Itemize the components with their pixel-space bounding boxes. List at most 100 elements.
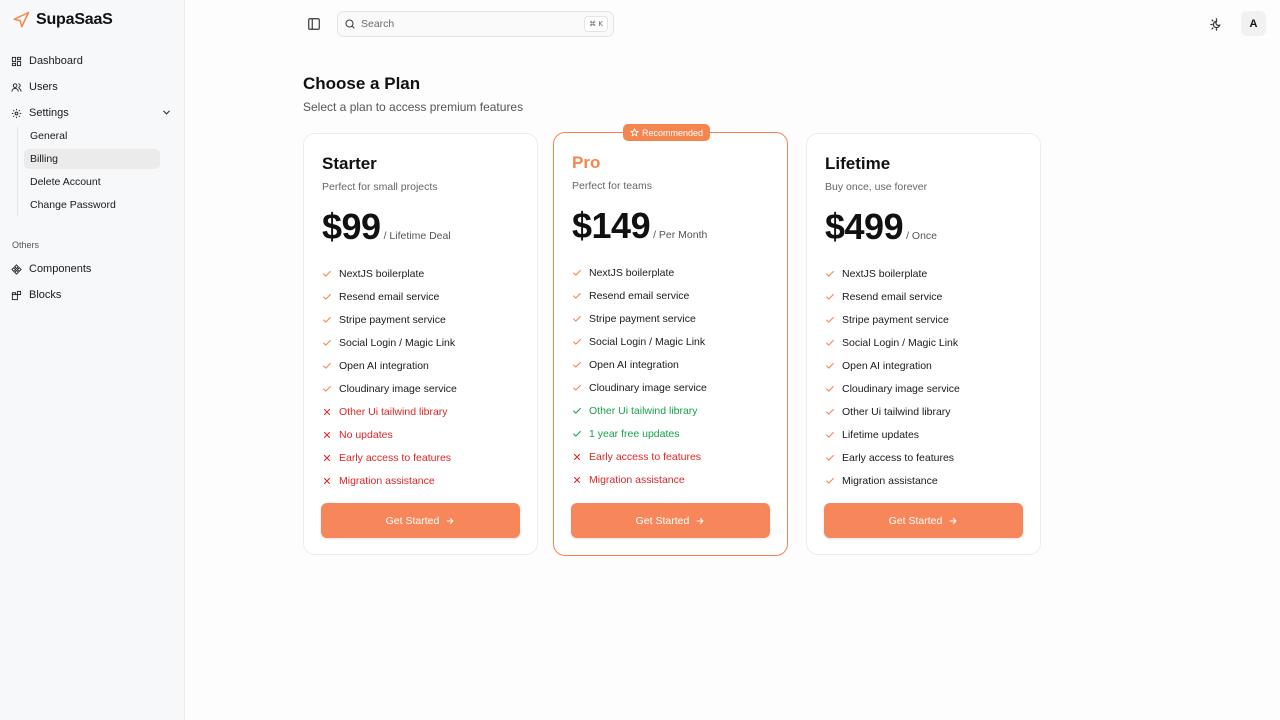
blocks-icon — [11, 290, 22, 300]
theme-icon — [1209, 17, 1221, 31]
sidebar-item-label: Dashboard — [29, 55, 83, 67]
sidebar-item-label: Users — [29, 81, 58, 93]
check-icon — [825, 430, 835, 440]
get-started-button[interactable]: Get Started — [571, 503, 770, 538]
plan-name: Starter — [322, 154, 377, 173]
search-input[interactable]: Search ⌘ K — [337, 11, 614, 37]
feature-list: NextJS boilerplate Resend email service St… — [572, 261, 707, 491]
feature-item: Open AI integration — [825, 354, 960, 377]
button-label: Get Started — [888, 514, 943, 527]
brand-name: SupaSaaS — [36, 11, 113, 28]
plan-price: $499 — [825, 206, 904, 247]
feature-text: Social Login / Magic Link — [589, 335, 706, 348]
check-icon — [322, 292, 332, 302]
feature-text: NextJS boilerplate — [842, 267, 928, 280]
check-icon — [322, 315, 332, 325]
panel-left-icon — [308, 18, 320, 30]
feature-text: Migration assistance — [842, 474, 938, 487]
feature-item: Stripe payment service — [572, 307, 707, 330]
feature-item: Stripe payment service — [322, 308, 457, 331]
chevron-down-icon[interactable] — [161, 107, 172, 118]
check-icon — [572, 360, 582, 370]
feature-text: Early access to features — [339, 451, 452, 464]
plan-card-lifetime: Lifetime Buy once, use forever $499/ Once N… — [806, 133, 1041, 555]
check-icon — [572, 291, 582, 301]
feature-text: Other Ui tailwind library — [339, 405, 448, 418]
feature-item: NextJS boilerplate — [825, 262, 960, 285]
star-icon — [630, 128, 639, 137]
plan-period: / Once — [906, 230, 938, 242]
feature-item: Stripe payment service — [825, 308, 960, 331]
price-row: $99/ Lifetime Deal — [322, 206, 451, 248]
sidebar-item-delete-account[interactable]: Delete Account — [24, 172, 160, 192]
feature-text: Cloudinary image service — [589, 381, 707, 394]
x-icon — [322, 430, 332, 440]
feature-text: Resend email service — [589, 289, 690, 302]
page-title: Choose a Plan — [303, 74, 421, 93]
brand[interactable]: SupaSaaS — [12, 11, 113, 29]
check-icon — [322, 338, 332, 348]
arrow-right-icon — [446, 517, 454, 524]
x-icon — [322, 407, 332, 417]
feature-text: Stripe payment service — [589, 312, 696, 325]
feature-item: Resend email service — [572, 284, 707, 307]
price-row: $499/ Once — [825, 206, 937, 248]
feature-item: NextJS boilerplate — [572, 261, 707, 284]
sidebar-toggle-button[interactable] — [305, 15, 323, 33]
gear-icon — [11, 108, 22, 118]
feature-item: Open AI integration — [322, 354, 457, 377]
feature-text: Social Login / Magic Link — [842, 336, 959, 349]
feature-text: NextJS boilerplate — [339, 267, 425, 280]
badge-label: Recommended — [642, 127, 704, 138]
sidebar-item-label: Components — [29, 263, 92, 275]
sidebar-item-billing[interactable]: Billing — [24, 149, 160, 169]
check-icon — [572, 337, 582, 347]
submenu-line — [17, 127, 18, 216]
sidebar-item-change-password[interactable]: Change Password — [24, 195, 160, 215]
check-icon — [572, 406, 582, 416]
feature-text: Cloudinary image service — [842, 382, 960, 395]
avatar[interactable]: A — [1241, 11, 1266, 36]
check-icon — [322, 269, 332, 279]
sidebar-item-components[interactable]: Components — [11, 259, 91, 279]
sidebar-item-settings[interactable]: Settings — [11, 103, 69, 123]
check-icon — [322, 361, 332, 371]
feature-list: NextJS boilerplate Resend email service St… — [322, 262, 457, 492]
feature-text: Stripe payment service — [339, 313, 446, 326]
theme-toggle-button[interactable] — [1207, 15, 1225, 33]
sidebar-item-dashboard[interactable]: Dashboard — [11, 51, 83, 71]
check-icon — [825, 476, 835, 486]
arrow-right-icon — [696, 517, 704, 524]
plan-name: Pro — [572, 153, 601, 172]
button-label: Get Started — [635, 514, 690, 527]
plan-name: Lifetime — [825, 154, 891, 173]
feature-text: Migration assistance — [589, 473, 685, 486]
feature-list: NextJS boilerplate Resend email service St… — [825, 262, 960, 492]
feature-item: Other Ui tailwind library — [825, 400, 960, 423]
feature-item: Migration assistance — [322, 469, 457, 492]
section-label-others: Others — [12, 240, 40, 250]
check-icon — [322, 384, 332, 394]
sidebar-item-label: Settings — [29, 107, 69, 119]
feature-item: Early access to features — [572, 445, 707, 468]
check-icon — [825, 361, 835, 371]
feature-item: Social Login / Magic Link — [322, 331, 457, 354]
feature-item: Cloudinary image service — [322, 377, 457, 400]
feature-text: Social Login / Magic Link — [339, 336, 456, 349]
feature-item: Migration assistance — [825, 469, 960, 492]
page-subtitle: Select a plan to access premium features — [303, 100, 524, 114]
sidebar-item-blocks[interactable]: Blocks — [11, 285, 61, 305]
get-started-button[interactable]: Get Started — [824, 503, 1023, 538]
feature-item: Resend email service — [825, 285, 960, 308]
sidebar-item-users[interactable]: Users — [11, 77, 58, 97]
feature-text: Other Ui tailwind library — [842, 405, 951, 418]
get-started-button[interactable]: Get Started — [321, 503, 520, 538]
check-icon — [825, 384, 835, 394]
plan-period: / Lifetime Deal — [383, 230, 451, 242]
feature-text: Open AI integration — [842, 359, 932, 372]
check-icon — [572, 268, 582, 278]
plan-description: Perfect for small projects — [322, 181, 438, 193]
feature-text: 1 year free updates — [589, 427, 680, 440]
sidebar-item-general[interactable]: General — [24, 126, 160, 146]
feature-text: NextJS boilerplate — [589, 266, 675, 279]
